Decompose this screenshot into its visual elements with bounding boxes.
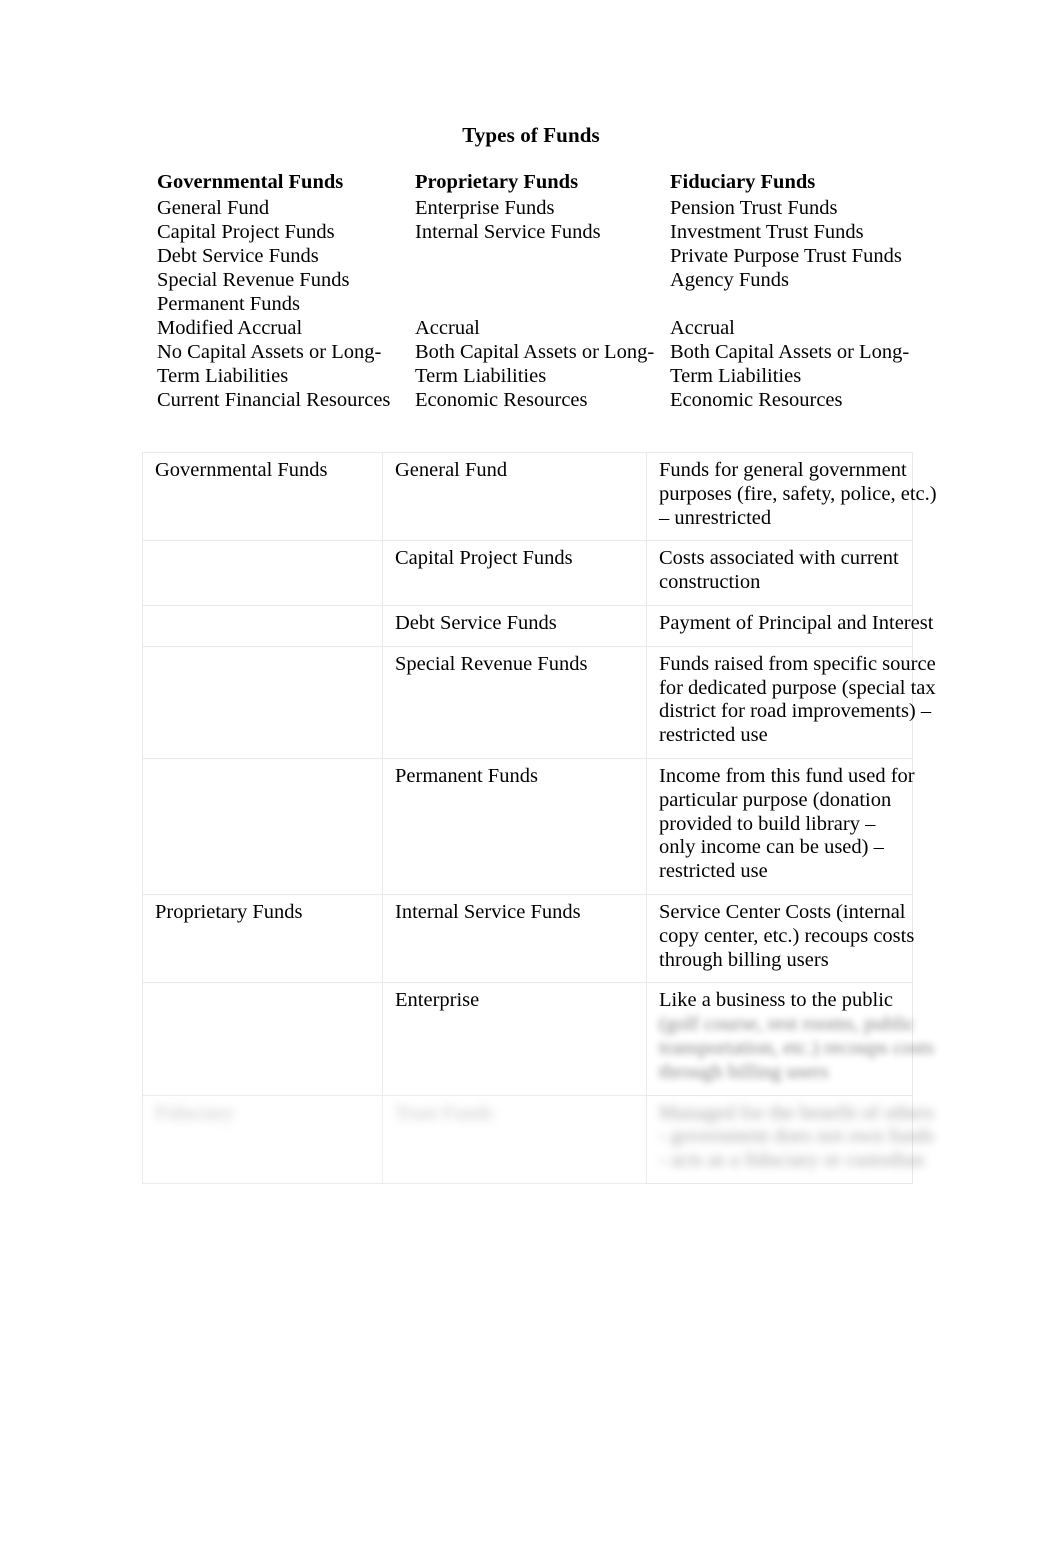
list-item: Private Purpose Trust Funds <box>670 245 902 267</box>
cell-description: Like a business to the public <box>659 989 893 1012</box>
cell-description: Service Center Costs (internal copy cent… <box>659 900 920 971</box>
cell-description-obscured: Managed for the benefit of others - gove… <box>659 1101 940 1172</box>
asset-liability-note: No Capital Assets or Long-Term Liabiliti… <box>157 341 382 387</box>
summary-fund-list: Pension Trust Funds Investment Trust Fun… <box>670 196 947 316</box>
list-item: Capital Project Funds <box>157 221 335 243</box>
cell-description-obscured: (golf course, rest rooms, public transpo… <box>659 1013 940 1083</box>
cell-description: Costs associated with current constructi… <box>659 547 904 594</box>
page-title: Types of Funds <box>462 123 600 147</box>
cell-category <box>142 982 383 1096</box>
summary-fund-list: Enterprise Funds Internal Service Funds <box>415 196 670 316</box>
summary-basis-block: Accrual Both Capital Assets or Long-Term… <box>670 316 947 412</box>
basis-of-accounting: Accrual <box>670 317 735 339</box>
list-item: Permanent Funds <box>157 293 300 315</box>
measurement-focus: Economic Resources <box>415 389 588 411</box>
cell-category: Governmental Funds <box>142 451 383 542</box>
cell-description-wrap: Income from this fund used for particula… <box>646 757 915 895</box>
cell-fund-name: Debt Service Funds <box>382 604 647 647</box>
list-item: Agency Funds <box>670 269 790 291</box>
cell-fund-name: General Fund <box>382 451 647 542</box>
cell-fund-name: Permanent Funds <box>382 757 647 895</box>
cell-description: Income from this fund used for particula… <box>659 764 915 883</box>
cell-description: Funds for general government purposes (f… <box>659 459 942 529</box>
table-row: Permanent Funds Income from this fund us… <box>142 757 915 895</box>
basis-of-accounting: Accrual <box>415 317 480 339</box>
summary-basis-block: Accrual Both Capital Assets or Long-Term… <box>415 316 670 412</box>
cell-description-wrap: Funds for general government purposes (f… <box>646 451 937 542</box>
asset-liability-note: Both Capital Assets or Long-Term Liabili… <box>670 341 910 387</box>
list-item: Enterprise Funds <box>415 197 555 219</box>
table-row: Special Revenue Funds Funds raised from … <box>142 645 936 759</box>
cell-fund-name: Capital Project Funds <box>382 540 647 606</box>
measurement-focus: Current Financial Resources <box>157 389 391 411</box>
summary-column-fiduciary: Fiduciary Funds Pension Trust Funds Inve… <box>670 170 947 412</box>
fund-detail-table: Governmental Funds General Fund Funds fo… <box>142 451 937 1184</box>
cell-description-wrap: Costs associated with current constructi… <box>646 540 913 606</box>
list-spacer <box>415 292 670 316</box>
cell-category <box>142 604 383 647</box>
summary-column-heading: Governmental Funds <box>157 171 344 193</box>
list-item: Internal Service Funds <box>415 221 601 243</box>
summary-fund-list: General Fund Capital Project Funds Debt … <box>157 196 415 316</box>
fund-summary-block: Governmental Funds General Fund Capital … <box>157 170 947 412</box>
cell-category: Fiduciary <box>142 1094 383 1184</box>
list-spacer <box>670 292 947 316</box>
table-row: Governmental Funds General Fund Funds fo… <box>142 451 937 542</box>
cell-description: Payment of Principal and Interest <box>659 611 934 634</box>
list-spacer <box>415 244 670 268</box>
summary-column-heading: Proprietary Funds <box>415 171 579 193</box>
cell-description-wrap: Service Center Costs (internal copy cent… <box>646 893 914 984</box>
cell-description: Funds raised from specific source for de… <box>659 652 941 747</box>
list-item: Special Revenue Funds <box>157 269 350 291</box>
cell-category <box>142 540 383 606</box>
table-row: Capital Project Funds Costs associated w… <box>142 540 913 606</box>
basis-of-accounting: Modified Accrual <box>157 317 303 339</box>
table-row: Enterprise Like a business to the public… <box>142 982 934 1096</box>
summary-columns: Governmental Funds General Fund Capital … <box>157 170 947 412</box>
cell-category <box>142 757 383 895</box>
cell-fund-name: Internal Service Funds <box>382 893 647 984</box>
cell-fund-name: Special Revenue Funds <box>382 645 647 759</box>
summary-basis-block: Modified Accrual No Capital Assets or Lo… <box>157 316 415 412</box>
asset-liability-note: Both Capital Assets or Long-Term Liabili… <box>415 341 655 387</box>
list-item: Investment Trust Funds <box>670 221 864 243</box>
table-row: Fiduciary Trust Funds Managed for the be… <box>142 1094 934 1184</box>
cell-description-wrap: Managed for the benefit of others - gove… <box>646 1094 934 1184</box>
cell-category: Proprietary Funds <box>142 893 383 984</box>
cell-fund-name: Trust Funds <box>382 1094 647 1184</box>
list-item: Debt Service Funds <box>157 245 319 267</box>
cell-category <box>142 645 383 759</box>
cell-description-wrap: Like a business to the public (golf cour… <box>646 982 934 1096</box>
summary-column-proprietary: Proprietary Funds Enterprise Funds Inter… <box>415 170 670 412</box>
document-page: Types of Funds Governmental Funds Genera… <box>0 0 1062 1556</box>
measurement-focus: Economic Resources <box>670 389 843 411</box>
table-row: Proprietary Funds Internal Service Funds… <box>142 893 914 984</box>
list-spacer <box>415 268 670 292</box>
list-item: Pension Trust Funds <box>670 197 838 219</box>
cell-description-wrap: Payment of Principal and Interest <box>646 604 933 647</box>
summary-column-heading: Fiduciary Funds <box>670 171 816 193</box>
table-row: Debt Service Funds Payment of Principal … <box>142 604 933 647</box>
list-item: General Fund <box>157 197 270 219</box>
cell-description-wrap: Funds raised from specific source for de… <box>646 645 936 759</box>
cell-fund-name: Enterprise <box>382 982 647 1096</box>
summary-column-governmental: Governmental Funds General Fund Capital … <box>157 170 415 412</box>
